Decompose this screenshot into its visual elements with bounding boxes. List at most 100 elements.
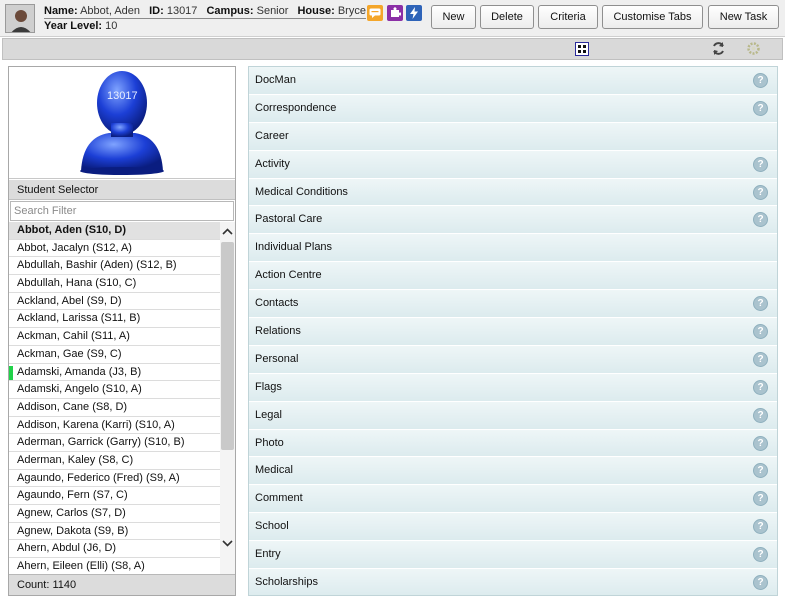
lightning-icon[interactable]	[406, 5, 422, 21]
help-icon[interactable]: ?	[753, 435, 768, 451]
help-icon[interactable]: ?	[753, 212, 768, 228]
list-item-label: Agaundo, Federico (Fred) (S9, A)	[17, 471, 180, 484]
section-personal[interactable]: Personal?	[249, 345, 777, 374]
list-item[interactable]: Adamski, Angelo (S10, A)	[9, 381, 220, 399]
criteria-button[interactable]: Criteria	[538, 5, 598, 29]
student-list: Abbot, Aden (S10, D) Abbot, Jacalyn (S12…	[9, 222, 220, 574]
section-school[interactable]: School?	[249, 513, 777, 542]
section-legal[interactable]: Legal?	[249, 401, 777, 430]
help-icon[interactable]: ?	[753, 351, 768, 367]
list-item-label: Abdullah, Hana (S10, C)	[17, 277, 137, 290]
section-label: Action Centre	[255, 269, 322, 282]
section-comment[interactable]: Comment?	[249, 485, 777, 514]
help-icon[interactable]: ?	[753, 407, 768, 423]
list-item[interactable]: Adamski, Amanda (J3, B)	[9, 364, 220, 382]
list-item[interactable]: Addison, Cane (S8, D)	[9, 399, 220, 417]
help-icon[interactable]: ?	[753, 156, 768, 172]
student-list-scrollbar[interactable]	[220, 222, 235, 574]
list-item[interactable]: Ackman, Cahil (S11, A)	[9, 328, 220, 346]
help-icon[interactable]: ?	[753, 519, 768, 535]
section-label: Contacts	[255, 297, 299, 310]
list-item-label: Agaundo, Fern (S7, C)	[17, 489, 128, 502]
new-task-button[interactable]: New Task	[708, 5, 779, 29]
help-icon[interactable]: ?	[753, 463, 768, 479]
section-label: Legal	[255, 408, 282, 421]
help-icon[interactable]: ?	[753, 73, 768, 88]
name-value: Abbot, Aden	[80, 5, 141, 17]
section-contacts[interactable]: Contacts?	[249, 290, 777, 319]
list-item[interactable]: Abdullah, Hana (S10, C)	[9, 275, 220, 293]
list-item-label: Ackland, Abel (S9, D)	[17, 294, 122, 307]
help-icon[interactable]: ?	[753, 296, 768, 312]
list-item[interactable]: Addison, Karena (Karri) (S10, A)	[9, 417, 220, 435]
customise-tabs-button[interactable]: Customise Tabs	[602, 5, 703, 29]
list-item[interactable]: Abdullah, Bashir (Aden) (S12, B)	[9, 257, 220, 276]
refresh-icon[interactable]	[711, 41, 726, 59]
help-icon[interactable]: ?	[753, 547, 768, 563]
student-panel: 13017 Student Selector Abbot, Aden (S10,…	[8, 66, 236, 596]
section-scholarships[interactable]: Scholarships?	[249, 569, 777, 595]
list-item[interactable]: Abbot, Jacalyn (S12, A)	[9, 240, 220, 258]
section-label: Comment	[255, 492, 303, 505]
grid-toggle-icon[interactable]	[575, 42, 589, 59]
house-value: Bryce	[337, 5, 366, 17]
list-item[interactable]: Agaundo, Fern (S7, C)	[9, 487, 220, 505]
scroll-thumb[interactable]	[221, 242, 234, 450]
list-item[interactable]: Ahern, Abdul (J6, D)	[9, 540, 220, 559]
student-count: Count: 1140	[9, 574, 235, 595]
section-medical[interactable]: Medical?	[249, 457, 777, 486]
section-docman[interactable]: DocMan?	[249, 67, 777, 95]
list-item[interactable]: Ackland, Larissa (S11, B)	[9, 310, 220, 329]
section-label: Scholarships	[255, 576, 318, 589]
help-icon[interactable]: ?	[753, 491, 768, 507]
section-medical-conditions[interactable]: Medical Conditions?	[249, 178, 777, 207]
new-button[interactable]: New	[431, 5, 476, 29]
help-icon[interactable]: ?	[753, 324, 768, 340]
section-activity[interactable]: Activity?	[249, 150, 777, 179]
list-item[interactable]: Ahern, Eileen (Elli) (S8, A)	[9, 558, 220, 574]
section-correspondence[interactable]: Correspondence?	[249, 94, 777, 123]
house-label: House:	[297, 5, 335, 17]
list-item-label: Ackland, Larissa (S11, B)	[17, 312, 141, 325]
year-level-label: Year Level:	[44, 20, 103, 32]
section-photo[interactable]: Photo?	[249, 429, 777, 458]
list-item[interactable]: Ackland, Abel (S9, D)	[9, 293, 220, 311]
list-item-label: Abdullah, Bashir (Aden) (S12, B)	[17, 259, 177, 272]
toolbar	[2, 38, 783, 60]
list-item[interactable]: Aderman, Kaley (S8, C)	[9, 452, 220, 470]
section-pastoral-care[interactable]: Pastoral Care?	[249, 206, 777, 235]
search-filter-input[interactable]	[10, 201, 234, 221]
list-item-selected[interactable]: Abbot, Aden (S10, D)	[9, 222, 220, 240]
section-career[interactable]: Career	[249, 122, 777, 151]
section-label: School	[255, 520, 289, 533]
list-item-label: Abbot, Jacalyn (S12, A)	[17, 241, 132, 254]
student-summary: Name: Abbot, Aden ID: 13017 Campus: Seni…	[44, 4, 366, 33]
list-item-label: Ahern, Eileen (Elli) (S8, A)	[17, 560, 145, 573]
list-item[interactable]: Agnew, Carlos (S7, D)	[9, 505, 220, 523]
list-item[interactable]: Aderman, Garrick (Garry) (S10, B)	[9, 434, 220, 452]
list-item-label: Agnew, Dakota (S9, B)	[17, 524, 129, 537]
help-icon[interactable]: ?	[753, 100, 768, 116]
section-relations[interactable]: Relations?	[249, 318, 777, 346]
scroll-down-icon[interactable]	[220, 534, 235, 552]
list-item[interactable]: Agaundo, Federico (Fred) (S9, A)	[9, 470, 220, 488]
student-photo: 13017	[9, 67, 235, 179]
delete-button[interactable]: Delete	[480, 5, 534, 29]
list-item-label: Ackman, Cahil (S11, A)	[17, 330, 130, 343]
settings-gear-icon[interactable]	[746, 41, 761, 59]
list-item[interactable]: Agnew, Dakota (S9, B)	[9, 523, 220, 541]
scroll-up-icon[interactable]	[220, 222, 235, 240]
help-icon[interactable]: ?	[753, 184, 768, 200]
section-flags[interactable]: Flags?	[249, 373, 777, 402]
section-entry[interactable]: Entry?	[249, 541, 777, 570]
section-label: Medical	[255, 464, 293, 477]
section-action-centre[interactable]: Action Centre	[249, 262, 777, 291]
section-label: Individual Plans	[255, 241, 333, 254]
message-icon[interactable]	[367, 5, 383, 21]
help-icon[interactable]: ?	[753, 575, 768, 591]
puzzle-icon[interactable]	[387, 5, 403, 21]
help-icon[interactable]: ?	[753, 379, 768, 395]
section-individual-plans[interactable]: Individual Plans	[249, 234, 777, 263]
list-item[interactable]: Ackman, Gae (S9, C)	[9, 346, 220, 364]
section-list: DocMan? Correspondence? Career Activity? Med…	[248, 66, 778, 596]
